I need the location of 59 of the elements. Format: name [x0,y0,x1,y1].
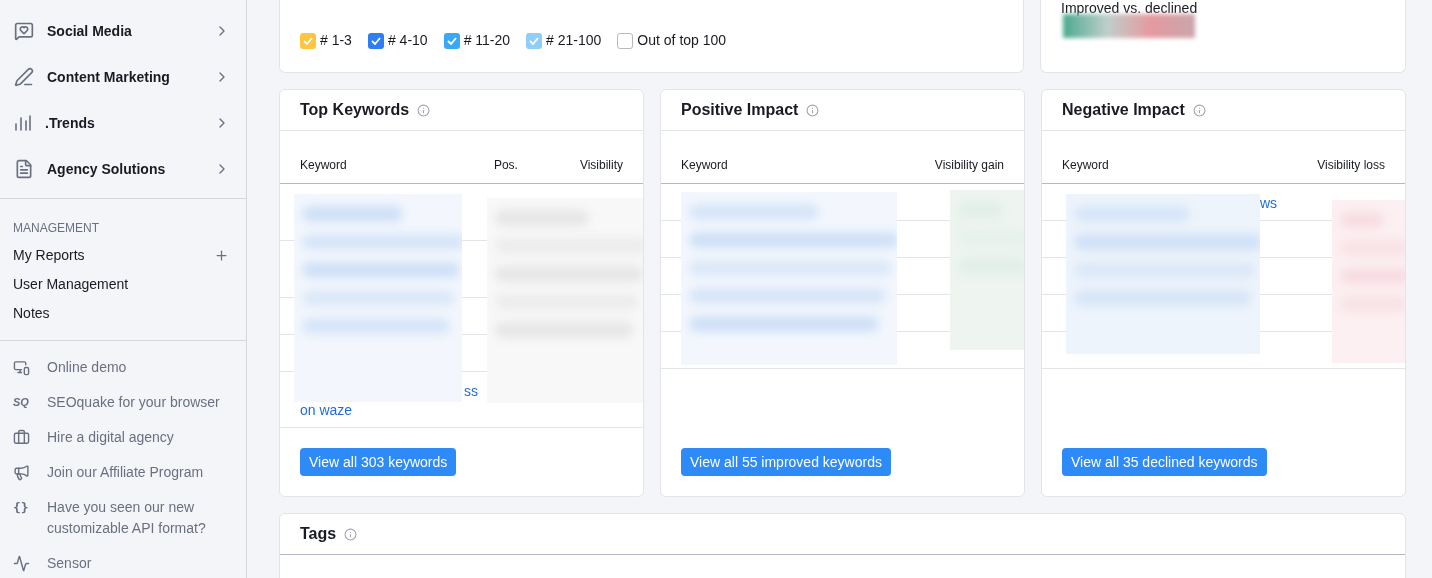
pulse-icon [13,555,30,572]
legend-label: Out of top 100 [637,31,727,50]
view-all-button[interactable]: View all 55 improved keywords [681,448,891,476]
pen-icon [14,67,34,87]
summary-caption: Improved vs. declined [1061,0,1198,16]
column-header: Keyword [1062,157,1110,174]
chat-icon [14,21,34,41]
column-header: Visibility gain [934,157,1004,174]
sidebar-item[interactable]: Social Media [0,8,246,54]
info-icon[interactable] [417,103,431,117]
braces-icon: {} [13,497,30,518]
sidebar-link[interactable]: My Reports [13,245,214,266]
sidebar-link[interactable]: SEOquake for your browser [47,392,227,413]
legend-label: # 1-3 [320,31,352,50]
legend-label: # 11-20 [463,31,511,50]
card-title: Top Keywords [300,100,410,120]
info-icon[interactable] [344,527,358,541]
legend-label: # 4-10 [387,31,428,50]
view-all-button[interactable]: View all 35 declined keywords [1062,448,1267,476]
view-all-button[interactable]: View all 303 keywords [300,448,457,476]
card-title: Tags [300,524,337,544]
sidebar-link[interactable]: Have you seen our new customizable API format? [47,497,227,539]
checkmark-icon [303,36,313,45]
column-header: Visibility [579,157,623,174]
keyword-link[interactable]: on waze [300,400,353,420]
briefcase-icon [13,429,30,446]
column-header: Keyword [300,157,348,174]
checkbox[interactable] [300,32,316,49]
keyword-link[interactable]: ss [464,381,478,401]
sidebar-item[interactable]: Agency Solutions [0,146,246,192]
checkmark-icon [446,36,457,45]
column-header: Pos. [493,157,519,174]
card-title: Negative Impact [1062,100,1185,120]
info-icon[interactable] [806,103,820,117]
bar-chart-icon [14,114,32,132]
checkbox[interactable] [526,32,543,49]
sidebar-link[interactable]: Sensor [47,553,227,574]
info-icon[interactable] [1192,103,1206,117]
megaphone-icon [13,464,30,481]
sidebar-item[interactable]: Content Marketing [0,54,246,100]
checkmark-icon [370,36,381,45]
sidebar-link[interactable]: Hire a digital agency [47,427,227,448]
section-heading: MANAGEMENT [13,220,100,237]
sidebar-item[interactable]: .Trends [0,100,246,146]
checkbox[interactable] [617,32,634,49]
checkbox[interactable] [367,32,384,49]
sidebar-row[interactable]: My Reports [13,241,233,270]
card-title: Positive Impact [681,100,799,120]
sq-icon: SQ [13,394,30,411]
checkbox[interactable] [443,32,460,49]
sidebar-link[interactable]: Join our Affiliate Program [47,462,227,483]
checkmark-icon [529,36,540,45]
document-icon [14,159,34,179]
column-header: Visibility loss [1317,157,1385,174]
sidebar-link[interactable]: Online demo [47,357,227,378]
add-icon[interactable] [214,248,229,263]
legend-label: # 21-100 [546,31,602,50]
column-header: Keyword [681,157,729,174]
keyword-link[interactable]: ws [1260,193,1278,214]
